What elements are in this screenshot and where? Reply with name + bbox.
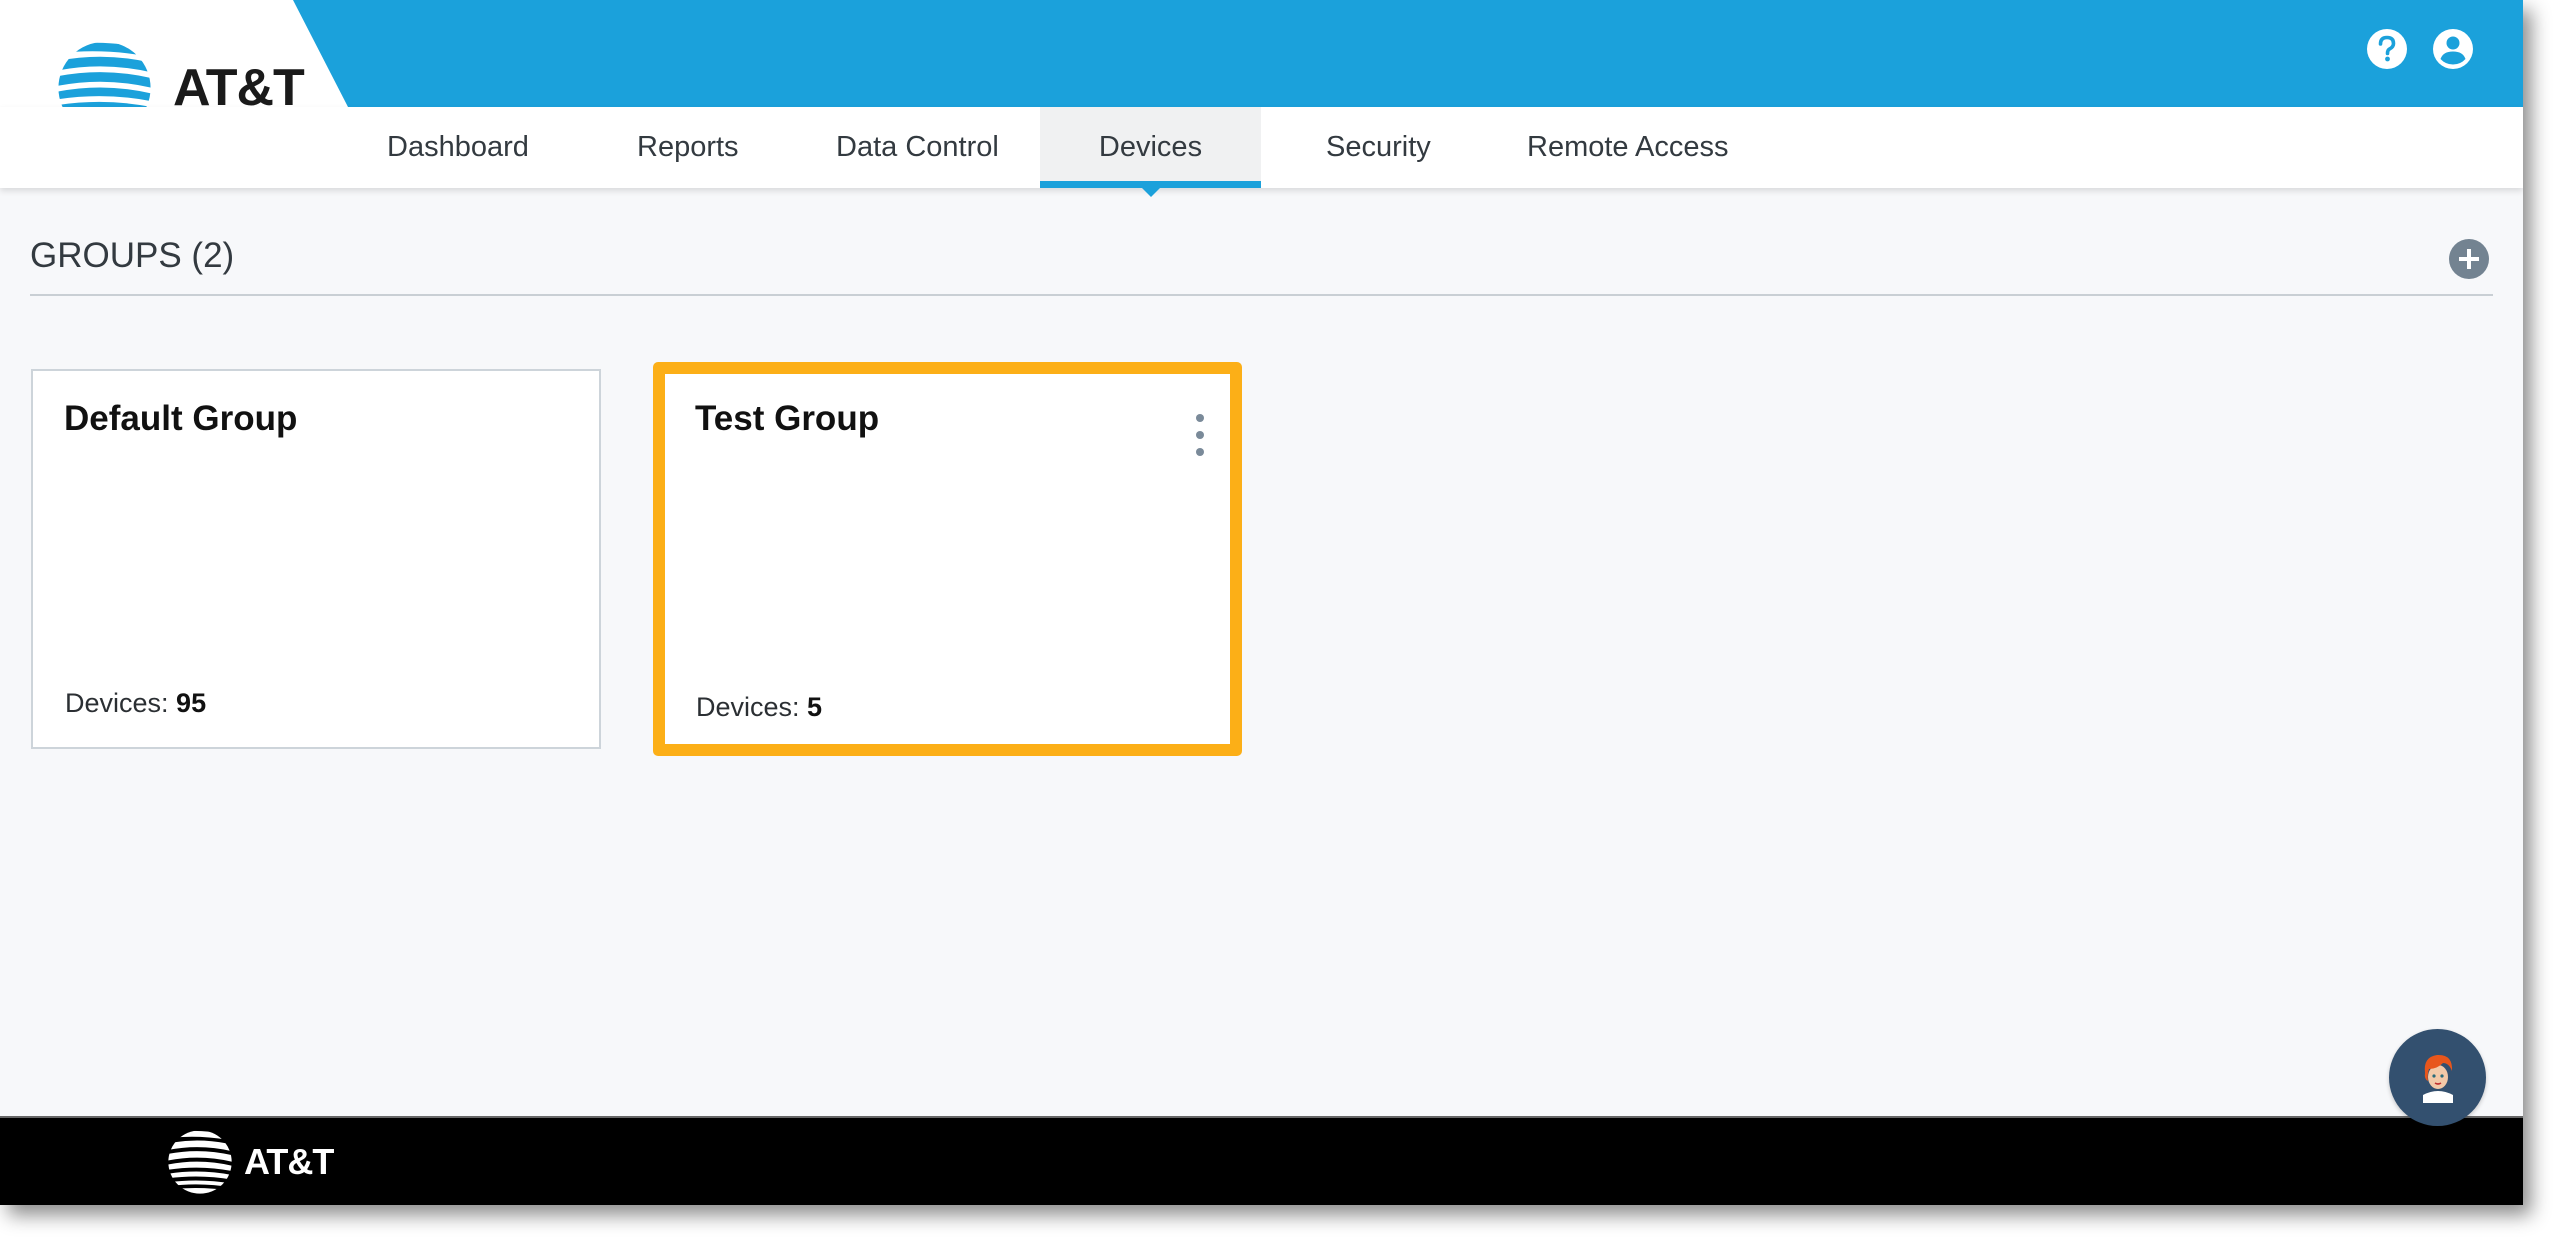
groups-heading: GROUPS (2) (30, 236, 235, 275)
tab-label: Data Control (836, 131, 999, 163)
more-options-icon[interactable] (1188, 412, 1212, 464)
help-icon[interactable] (2366, 28, 2408, 70)
device-count: Devices: 5 (696, 692, 822, 723)
device-count-value: 5 (807, 692, 823, 722)
device-count: Devices: 95 (65, 688, 206, 719)
att-globe-icon (168, 1130, 232, 1194)
footer-brand-text: AT&T (244, 1141, 334, 1182)
footer: AT&T (0, 1116, 2523, 1205)
footer-logo[interactable]: AT&T (167, 1128, 334, 1196)
group-card-default[interactable]: Default Group Devices: 95 (31, 369, 601, 749)
group-card-test[interactable]: Test Group Devices: 5 (653, 362, 1242, 756)
header-banner (293, 0, 2523, 107)
tab-label: Remote Access (1527, 131, 1729, 163)
tab-security[interactable]: Security (1326, 107, 1431, 188)
header-actions (2366, 28, 2474, 70)
tab-data-control[interactable]: Data Control (836, 107, 999, 188)
tab-dashboard[interactable]: Dashboard (387, 107, 529, 188)
account-icon[interactable] (2432, 28, 2474, 70)
divider (30, 294, 2493, 296)
tab-reports[interactable]: Reports (637, 107, 739, 188)
main-nav: Dashboard Reports Data Control Devices S… (0, 107, 2523, 197)
tab-remote-access[interactable]: Remote Access (1527, 107, 1728, 188)
tab-label: Dashboard (387, 131, 529, 163)
group-name: Test Group (695, 399, 880, 438)
tab-label: Security (1326, 131, 1431, 163)
add-group-button[interactable] (2449, 239, 2489, 279)
chat-assistant-avatar-icon (2423, 1054, 2453, 1103)
tab-label: Reports (637, 131, 739, 163)
chat-assistant-button[interactable] (2389, 1029, 2486, 1126)
device-count-label: Devices: (696, 692, 800, 722)
device-count-label: Devices: (65, 688, 169, 718)
app-page: AT&T Dashboard Reports Data Control Devi… (0, 0, 2523, 1205)
group-name: Default Group (64, 399, 298, 438)
tab-label: Devices (1098, 131, 1203, 163)
tab-devices[interactable]: Devices (1040, 107, 1261, 197)
device-count-value: 95 (176, 688, 207, 718)
